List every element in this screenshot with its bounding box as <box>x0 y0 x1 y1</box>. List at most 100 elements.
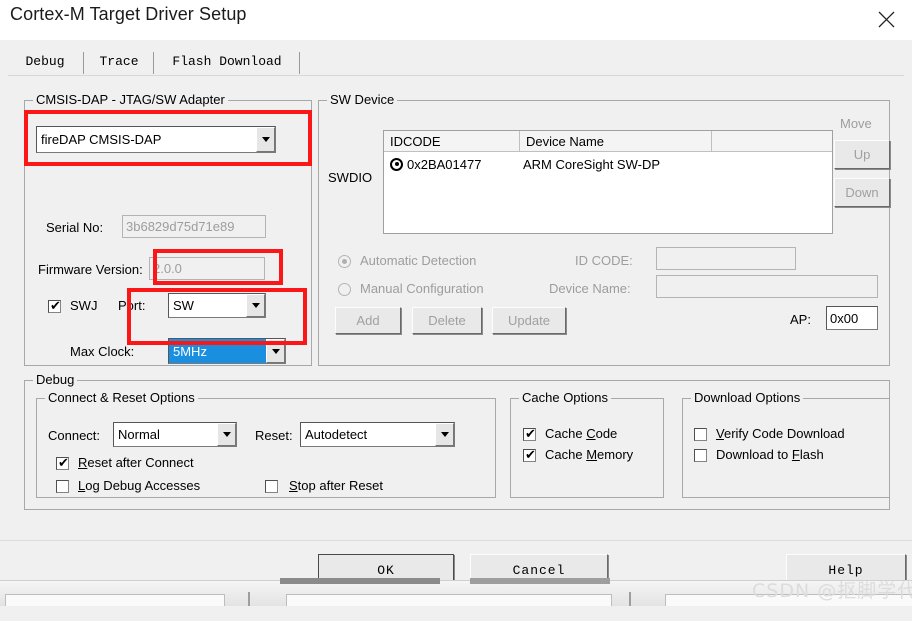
tab-flash-download-label: Flash Download <box>172 54 282 69</box>
tab-debug-label: Debug <box>25 54 65 69</box>
automatic-detection-label: Automatic Detection <box>360 253 477 268</box>
mnemonic: C <box>586 426 596 441</box>
max-clock-combo-value: 5MHz <box>169 339 266 363</box>
tab-trace-label: Trace <box>99 54 139 69</box>
chevron-down-icon[interactable] <box>435 423 454 446</box>
chevron-down-icon[interactable] <box>266 339 285 363</box>
connect-reset-options-title: Connect & Reset Options <box>45 390 198 405</box>
tab-trace[interactable]: Trace <box>88 48 150 75</box>
adapter-combo-value: fireDAP CMSIS-DAP <box>41 132 162 147</box>
txt: og Debug Accesses <box>85 478 201 493</box>
connect-combo-value: Normal <box>118 427 160 442</box>
check-icon: ✔ <box>525 427 536 442</box>
window-title: Cortex-M Target Driver Setup <box>10 4 247 24</box>
ap-field[interactable]: 0x00 <box>826 306 878 330</box>
sw-device-group-title: SW Device <box>327 92 398 107</box>
reset-after-connect-checkbox[interactable]: ✔ <box>56 457 69 470</box>
tab-separator-1 <box>83 52 84 74</box>
txt: ode <box>595 426 618 441</box>
move-up-button[interactable]: Up <box>834 140 890 169</box>
verify-code-download-checkbox[interactable] <box>694 428 707 441</box>
strip-shadow-b <box>470 578 610 584</box>
mnemonic: S <box>289 478 298 493</box>
id-code-field[interactable] <box>656 247 796 270</box>
serial-no-label: Serial No: <box>46 220 104 235</box>
cache-memory-label: Cache Memory <box>545 447 633 462</box>
id-code-label: ID CODE: <box>575 253 633 268</box>
mnemonic: V <box>716 426 724 441</box>
stop-after-reset-label: Stop after Reset <box>289 478 383 493</box>
connect-label: Connect: <box>48 428 101 443</box>
tab-separator-3 <box>299 52 300 74</box>
add-button[interactable]: Add <box>335 307 401 334</box>
column-header-idcode[interactable]: IDCODE <box>384 131 520 151</box>
strip-tick-1 <box>248 592 250 606</box>
log-debug-accesses-checkbox[interactable] <box>56 480 69 493</box>
row-idcode: 0x2BA01477 <box>407 156 482 172</box>
cache-options-title: Cache Options <box>519 390 611 405</box>
check-icon: ✔ <box>525 448 536 463</box>
txt: Download to <box>716 447 792 462</box>
strip-tick-2 <box>629 592 631 606</box>
chevron-down-icon[interactable] <box>217 423 236 446</box>
reset-combo-value: Autodetect <box>305 427 368 442</box>
swdio-label: SWDIO <box>328 170 373 185</box>
connect-combo[interactable]: Normal <box>113 422 237 447</box>
watermark: CSDN @抠脚学代码 <box>752 580 912 602</box>
mnemonic: F <box>791 447 800 462</box>
chevron-down-icon[interactable] <box>246 294 265 317</box>
row-device-name: ARM CoreSight SW-DP <box>523 156 661 172</box>
device-name-label: Device Name: <box>549 281 631 296</box>
tab-panel-debug: CMSIS-DAP - JTAG/SW Adapter fireDAP CMSI… <box>8 76 904 536</box>
txt: emory <box>597 447 634 462</box>
download-to-flash-checkbox[interactable] <box>694 449 707 462</box>
dialog-body: Debug Trace Flash Download CMSIS-DAP - J… <box>0 40 912 621</box>
tab-flash-download[interactable]: Flash Download <box>158 48 296 75</box>
max-clock-combo[interactable]: 5MHz <box>168 338 286 364</box>
close-icon[interactable] <box>868 2 904 36</box>
tab-separator-2 <box>153 52 154 74</box>
swj-checkbox[interactable]: ✔ <box>48 300 61 313</box>
update-button[interactable]: Update <box>492 307 566 334</box>
txt: Cache <box>545 447 587 462</box>
firmware-version-field: 2.0.0 <box>149 257 265 280</box>
txt: eset after Connect <box>87 455 194 470</box>
column-header-device-name[interactable]: Device Name <box>520 131 712 151</box>
port-label: Port: <box>118 298 146 313</box>
cache-memory-checkbox[interactable]: ✔ <box>523 449 536 462</box>
chevron-down-icon[interactable] <box>256 127 275 152</box>
verify-code-download-label: Verify Code Download <box>716 426 845 441</box>
port-combo[interactable]: SW <box>168 293 266 318</box>
device-name-field[interactable] <box>656 275 878 298</box>
download-to-flash-label: Download to Flash <box>716 447 824 462</box>
cache-code-checkbox[interactable]: ✔ <box>523 428 536 441</box>
firmware-version-label: Firmware Version: <box>38 262 143 277</box>
download-options-title: Download Options <box>691 390 804 405</box>
port-combo-value: SW <box>173 298 194 313</box>
serial-no-field: 3b6829d75d71e89 <box>122 215 266 238</box>
sw-device-list[interactable]: IDCODE Device Name 0x2BA01477 ARM CoreSi… <box>383 130 833 234</box>
table-row[interactable]: 0x2BA01477 ARM CoreSight SW-DP <box>384 153 832 175</box>
manual-configuration-label: Manual Configuration <box>360 281 484 296</box>
move-label: Move <box>840 116 872 131</box>
delete-button[interactable]: Delete <box>412 307 482 334</box>
adapter-combo[interactable]: fireDAP CMSIS-DAP <box>36 126 276 153</box>
stop-after-reset-checkbox[interactable] <box>265 480 278 493</box>
swj-label: SWJ <box>70 298 98 313</box>
automatic-detection-radio[interactable] <box>338 255 351 268</box>
txt: erify Code Download <box>723 426 845 441</box>
radio-dot-icon <box>342 259 347 264</box>
max-clock-label: Max Clock: <box>70 344 135 359</box>
title-bar: Cortex-M Target Driver Setup <box>0 0 912 40</box>
move-down-button[interactable]: Down <box>834 178 890 207</box>
manual-configuration-radio[interactable] <box>338 283 351 296</box>
txt: lash <box>799 447 824 462</box>
strip-box-1 <box>5 594 225 606</box>
tab-debug[interactable]: Debug <box>8 48 81 75</box>
debug-group-title: Debug <box>33 372 78 387</box>
adapter-group-title: CMSIS-DAP - JTAG/SW Adapter <box>33 92 228 107</box>
strip-box-2 <box>286 594 612 606</box>
reset-combo[interactable]: Autodetect <box>300 422 455 447</box>
column-header-extra[interactable] <box>712 131 832 151</box>
reset-after-connect-label: Reset after Connect <box>78 455 194 470</box>
